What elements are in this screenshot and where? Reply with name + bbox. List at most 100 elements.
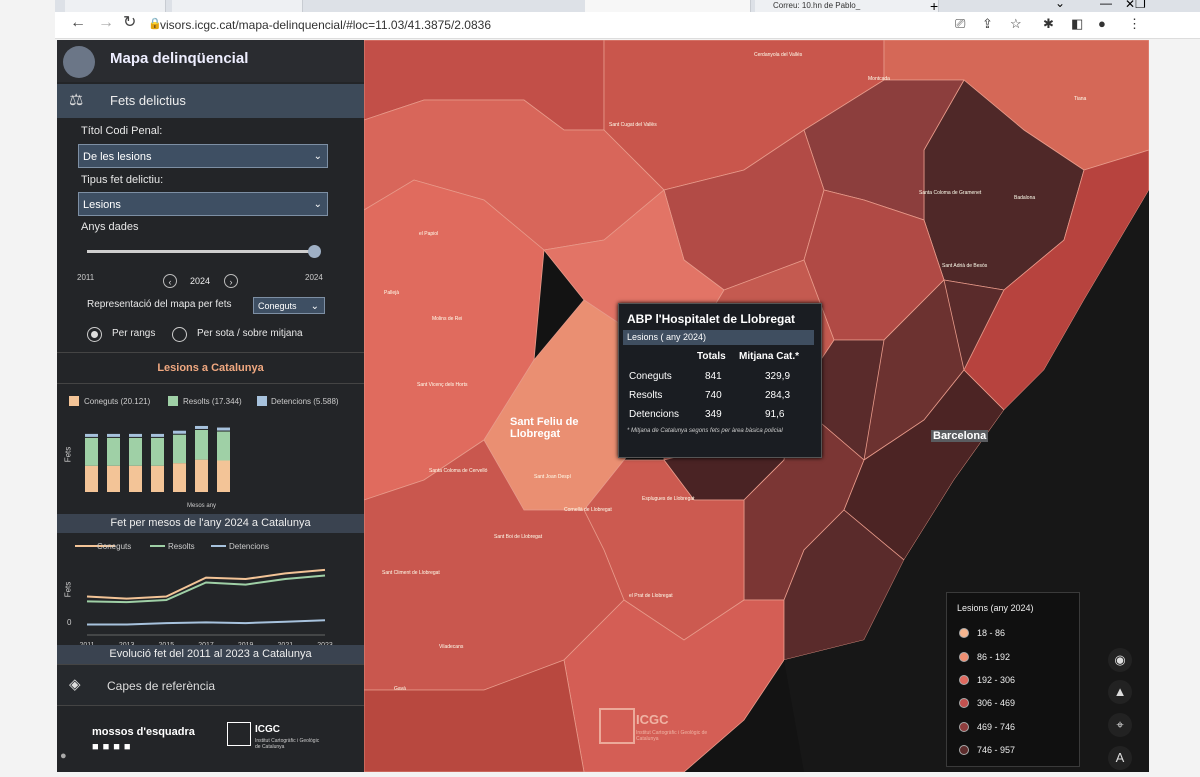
mossos-squares-icon: ■■■■ bbox=[92, 741, 135, 753]
mossos-logo: mossos d'esquadra bbox=[92, 726, 195, 738]
tab-1[interactable] bbox=[65, 0, 166, 12]
legend-swatch bbox=[959, 722, 969, 732]
legend-item: 86 - 192 bbox=[959, 652, 1010, 662]
place-cerdanyola: Cerdanyola del Vallès bbox=[754, 52, 803, 58]
menu-dots-icon[interactable]: ⋮ bbox=[1128, 14, 1141, 34]
layers-icon: ◈ bbox=[69, 676, 81, 693]
forward-arrow-icon[interactable]: → bbox=[98, 13, 114, 33]
bar-ylabel: Fets bbox=[63, 446, 73, 463]
line-y0-label: 0 bbox=[67, 618, 72, 627]
chevron-down-icon: ⌄ bbox=[310, 301, 319, 312]
map-view[interactable]: Cerdanyola del Vallès Montcada Tiana San… bbox=[364, 40, 1149, 772]
slider-max-label: 2024 bbox=[305, 273, 323, 282]
legend-item-label: 86 - 192 bbox=[977, 652, 1011, 662]
line-ylabel: Fets bbox=[63, 581, 73, 598]
compass-icon[interactable]: A bbox=[1108, 746, 1132, 770]
legend-item-label: 746 - 957 bbox=[977, 745, 1016, 755]
legend-swatch bbox=[959, 698, 969, 708]
tab-correu[interactable]: Correu: 10.hn de Pablo_ bbox=[755, 0, 939, 12]
back-arrow-icon[interactable]: ← bbox=[70, 13, 86, 33]
icgc-logo-icon bbox=[227, 722, 251, 746]
minimize-button[interactable]: ⌄ bbox=[1055, 0, 1065, 10]
icgc-watermark: ICGC bbox=[636, 712, 669, 727]
representacio-label: Representació del mapa per fets bbox=[87, 299, 232, 310]
monthly-bar-chart bbox=[85, 425, 230, 492]
line-chart-caption: Evolució fet del 2011 al 2023 a Cataluny… bbox=[57, 645, 364, 664]
place-sant-joan: Sant Joan Despí bbox=[534, 474, 571, 480]
cast-icon[interactable]: ⎚ bbox=[955, 14, 965, 34]
bar-coneguts bbox=[85, 465, 98, 492]
place-montcada: Montcada bbox=[868, 76, 890, 82]
bar-resolts bbox=[173, 434, 186, 464]
bar-resolts bbox=[107, 437, 120, 466]
place-tiana: Tiana bbox=[1074, 96, 1087, 102]
url-bar[interactable]: visors.icgc.cat/mapa-delinquencial/#loc=… bbox=[160, 16, 940, 34]
sidebar-header: Mapa delinqüencial bbox=[57, 40, 364, 82]
legend-item: 192 - 306 bbox=[959, 675, 1015, 685]
sidepanel-icon[interactable]: ◧ bbox=[1071, 14, 1083, 34]
maximize-button[interactable]: ❐ bbox=[1135, 0, 1146, 11]
legend-swatch bbox=[959, 652, 969, 662]
legend-item-label: 192 - 306 bbox=[977, 675, 1016, 685]
capes-label: Capes de referència bbox=[107, 679, 216, 693]
profile-icon[interactable]: ● bbox=[1098, 14, 1106, 34]
minimize-window-button[interactable]: — bbox=[1100, 0, 1112, 10]
place-el-papiol: el Papiol bbox=[419, 231, 439, 237]
year-slider-thumb[interactable] bbox=[308, 245, 321, 258]
gavel-icon: ⚖ bbox=[69, 92, 84, 109]
tab-3[interactable] bbox=[585, 0, 751, 12]
icgc-watermark-sub: Institut Cartogràfic i Geològic de Catal… bbox=[636, 730, 708, 742]
anys-label: Anys dades bbox=[81, 221, 139, 233]
legend-swatch-coneguts bbox=[69, 396, 79, 406]
share-icon[interactable]: ⇪ bbox=[982, 14, 993, 34]
bar-coneguts bbox=[195, 459, 208, 492]
line-legend-coneguts: Coneguts bbox=[97, 542, 132, 551]
reload-icon[interactable]: ↻ bbox=[123, 13, 136, 33]
radio-per-rangs[interactable] bbox=[87, 327, 102, 342]
radio-per-mitjana[interactable] bbox=[172, 327, 187, 342]
year-slider-track[interactable] bbox=[87, 250, 314, 253]
locate-icon[interactable]: ⌖ bbox=[1108, 713, 1132, 737]
tooltip-row-label: Coneguts bbox=[629, 371, 672, 382]
legend-title: Lesions (any 2024) bbox=[957, 603, 1034, 613]
representacio-select[interactable]: Coneguts ⌄ bbox=[253, 297, 325, 314]
tab-2[interactable] bbox=[172, 0, 303, 12]
line-detencions bbox=[87, 619, 326, 626]
map-legend: Lesions (any 2024) 18 - 86 86 - 192 192 … bbox=[946, 592, 1080, 767]
place-sant-boi: Sant Boi de Llobregat bbox=[494, 534, 543, 540]
section-fets-delictius[interactable]: ⚖ Fets delictius bbox=[57, 84, 364, 118]
representacio-value: Coneguts bbox=[258, 301, 297, 311]
tipus-label: Tipus fet delictiu: bbox=[81, 174, 164, 186]
bar-detencions bbox=[107, 433, 120, 437]
bar-chart-caption: Fet per mesos de l'any 2024 a Catalunya bbox=[57, 514, 364, 533]
icgc-logo-sub: Institut Cartogràfic i Geològic de Catal… bbox=[255, 738, 320, 750]
codi-penal-value: De les lesions bbox=[83, 151, 152, 163]
close-window-button[interactable]: ✕ bbox=[1125, 0, 1135, 11]
bar-coneguts bbox=[129, 465, 142, 492]
terrain-icon[interactable]: ▲ bbox=[1108, 680, 1132, 704]
bar-coneguts bbox=[107, 465, 120, 492]
chevron-down-icon: ⌄ bbox=[313, 199, 322, 210]
info-icon[interactable]: ● bbox=[60, 750, 67, 762]
prev-year-button[interactable]: ‹ bbox=[163, 274, 177, 288]
legend-swatch-detencions bbox=[257, 396, 267, 406]
line-legend-detencions: Detencions bbox=[229, 542, 270, 551]
legend-detencions: Detencions (5.588) bbox=[271, 397, 339, 406]
camera-icon[interactable]: ◉ bbox=[1108, 648, 1132, 672]
bookmark-star-icon[interactable]: ☆ bbox=[1010, 14, 1022, 34]
place-sant-vicenc: Sant Vicenç dels Horts bbox=[417, 382, 468, 388]
tipus-select[interactable]: Lesions ⌄ bbox=[78, 192, 328, 216]
next-year-button[interactable]: › bbox=[224, 274, 238, 288]
codi-penal-label: Títol Codi Penal: bbox=[81, 125, 163, 137]
codi-penal-select[interactable]: De les lesions ⌄ bbox=[78, 144, 328, 168]
bar-resolts bbox=[85, 437, 98, 466]
capes-referencia-button[interactable]: ◈ Capes de referència bbox=[57, 665, 364, 705]
tooltip-note: * Mitjana de Catalunya segons fets per à… bbox=[627, 428, 783, 434]
place-esplugues: Esplugues de Llobregat bbox=[642, 496, 695, 502]
tooltip-row-label: Resolts bbox=[629, 390, 663, 401]
legend-item-label: 306 - 469 bbox=[977, 698, 1016, 708]
bar-detencions bbox=[85, 433, 98, 437]
place-sant-cugat: Sant Cugat del Vallès bbox=[609, 122, 657, 128]
bar-detencions bbox=[195, 425, 208, 429]
extensions-icon[interactable]: ✱ bbox=[1043, 14, 1054, 34]
